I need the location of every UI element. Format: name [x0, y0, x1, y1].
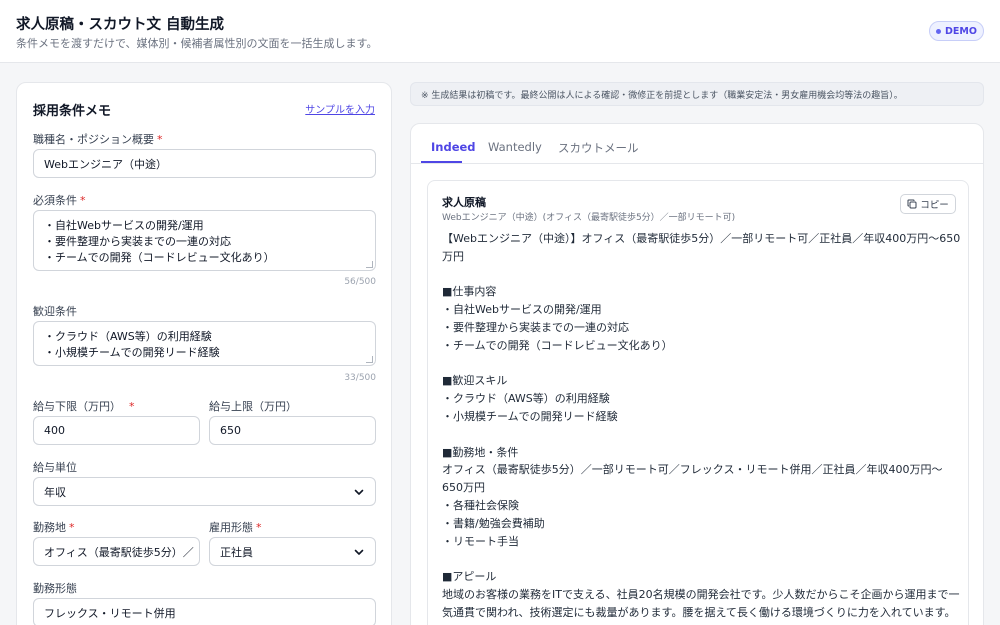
location-input[interactable]: オフィス（最寄駅徒歩5分）／	[33, 537, 200, 566]
chevron-down-icon	[354, 549, 364, 555]
text-line: ■勤務地・条件	[442, 445, 519, 459]
text-line: ・要件整理から実装までの一連の対応	[442, 320, 629, 334]
draft-notice: ※ 生成結果は初稿です。最終公開は人による確認・微修正を前提とします（職業安定法…	[410, 82, 984, 106]
demo-badge: DEMO	[929, 21, 984, 41]
text-line: ・各種社会保険	[442, 498, 519, 512]
salary-min-input[interactable]: 400	[33, 416, 200, 445]
salary-max-label: 給与上限（万円）	[209, 400, 297, 413]
textarea-line: ・自社Webサービスの開発/運用	[44, 219, 204, 232]
text-line: 地域のお客様の業務をITで支える、社員20名規模の開発会社です。少人数だからこそ…	[442, 587, 960, 601]
required-mark: *	[157, 133, 163, 146]
fill-sample-link[interactable]: サンプルを入力	[305, 101, 375, 116]
required-conditions-label-text: 必須条件	[33, 194, 77, 207]
copy-button[interactable]: コピー	[900, 194, 956, 214]
text-line: ■アピール	[442, 570, 497, 584]
resize-handle-icon[interactable]	[366, 261, 373, 268]
textarea-line: ・要件整理から実装までの一連の対応	[44, 235, 231, 248]
text-line: 万円	[442, 249, 464, 263]
position-input-value: Webエンジニア（中途）	[44, 157, 167, 171]
work-style-label: 勤務形態	[33, 582, 77, 595]
position-label-text: 職種名・ポジション概要	[33, 133, 154, 146]
text-line: ・書籍/勉強会費補助	[442, 516, 545, 530]
employment-type-label-text: 雇用形態	[209, 521, 253, 534]
position-label: 職種名・ポジション概要 *	[33, 131, 163, 147]
tab-wantedly[interactable]: Wantedly	[488, 140, 542, 154]
page-subtitle: 条件メモを渡すだけで、媒体別・候補者属性別の文面を一括生成します。	[16, 37, 378, 50]
location-label-text: 勤務地	[33, 521, 66, 534]
preferred-char-counter: 33/500	[344, 373, 376, 383]
salary-min-label: 給与下限（万円） *	[33, 398, 135, 414]
chevron-down-icon	[354, 489, 364, 495]
work-style-input[interactable]: フレックス・リモート併用	[33, 598, 376, 625]
text-line: ■仕事内容	[442, 285, 497, 299]
text-line: ・リモート手当	[442, 534, 519, 548]
active-tab-indicator	[421, 161, 462, 163]
salary-unit-label: 給与単位	[33, 461, 77, 474]
card-subtitle: Webエンジニア（中途）(オフィス（最寄駅徒歩5分）／一部リモート可)	[442, 213, 736, 223]
textarea-line: ・クラウド（AWS等）の利用経験	[44, 330, 212, 343]
salary-max-input[interactable]: 650	[209, 416, 376, 445]
text-line: ・自社Webサービスの開発/運用	[442, 303, 602, 317]
employment-type-label: 雇用形態 *	[209, 519, 262, 535]
preferred-conditions-textarea[interactable]: ・クラウド（AWS等）の利用経験 ・小規模チームでの開発リード経験	[33, 321, 376, 366]
textarea-line: ・チームでの開発（コードレビュー文化あり）	[44, 251, 275, 264]
generated-result-panel: Indeed Wantedly スカウトメール 求人原稿 Webエンジニア（中途…	[410, 123, 984, 625]
app-header: 求人原稿・スカウト文 自動生成 条件メモを渡すだけで、媒体別・候補者属性別の文面…	[0, 0, 1000, 63]
required-mark: *	[69, 521, 75, 534]
location-label: 勤務地 *	[33, 519, 75, 535]
required-conditions-label: 必須条件 *	[33, 192, 86, 208]
work-style-value: フレックス・リモート併用	[44, 606, 176, 620]
text-line: ・小規模チームでの開発リード経験	[442, 409, 618, 423]
text-line: ・クラウド（AWS等）の利用経験	[442, 392, 610, 406]
text-line: ・チームでの開発（コードレビュー文化あり）	[442, 338, 673, 352]
resize-handle-icon[interactable]	[366, 356, 373, 363]
salary-unit-value: 年収	[44, 485, 66, 499]
card-title: 求人原稿	[442, 196, 486, 209]
required-mark: *	[129, 400, 135, 413]
employment-type-select[interactable]: 正社員	[209, 537, 376, 566]
salary-min-label-text: 給与下限（万円）	[33, 400, 121, 413]
job-posting-card: 求人原稿 Webエンジニア（中途）(オフィス（最寄駅徒歩5分）／一部リモート可)…	[427, 180, 969, 625]
textarea-line: ・小規模チームでの開発リード経験	[44, 346, 220, 359]
condition-memo-panel: 採用条件メモ サンプルを入力 職種名・ポジション概要 * Webエンジニア（中途）…	[16, 82, 392, 625]
salary-max-value: 650	[220, 424, 241, 437]
required-mark: *	[80, 194, 86, 207]
salary-min-value: 400	[44, 424, 65, 437]
text-line: ■歓迎スキル	[442, 374, 508, 388]
text-line: 気通貫で関われ、技術選定にも裁量があります。腰を据えて長く働ける環境づくりに力を…	[442, 605, 956, 619]
copy-button-label: コピー	[920, 200, 949, 211]
preferred-conditions-label: 歓迎条件	[33, 305, 77, 318]
media-tabs: Indeed Wantedly スカウトメール	[411, 124, 983, 164]
required-char-counter: 56/500	[344, 277, 376, 287]
text-line: オフィス（最寄駅徒歩5分）／一部リモート可／フレックス・リモート併用／正社員／年…	[442, 463, 943, 477]
employment-type-value: 正社員	[220, 545, 253, 559]
page-title: 求人原稿・スカウト文 自動生成	[16, 17, 225, 33]
required-conditions-textarea[interactable]: ・自社Webサービスの開発/運用 ・要件整理から実装までの一連の対応 ・チームで…	[33, 210, 376, 271]
text-line: 650万円	[442, 481, 485, 495]
tab-scout-mail[interactable]: スカウトメール	[558, 140, 639, 156]
tab-indeed[interactable]: Indeed	[431, 140, 476, 154]
copy-icon	[907, 199, 917, 209]
text-line: 【Webエンジニア（中途）】オフィス（最寄駅徒歩5分）／一部リモート可／正社員／…	[442, 232, 961, 245]
generated-text: 【Webエンジニア（中途）】オフィス（最寄駅徒歩5分）／一部リモート可／正社員／…	[442, 230, 960, 622]
required-mark: *	[256, 521, 262, 534]
location-value: オフィス（最寄駅徒歩5分）／	[44, 545, 194, 559]
form-title: 採用条件メモ	[33, 104, 112, 119]
dot-icon	[936, 28, 942, 34]
salary-unit-select[interactable]: 年収	[33, 477, 376, 506]
position-input[interactable]: Webエンジニア（中途）	[33, 149, 376, 178]
demo-badge-label: DEMO	[945, 25, 977, 37]
